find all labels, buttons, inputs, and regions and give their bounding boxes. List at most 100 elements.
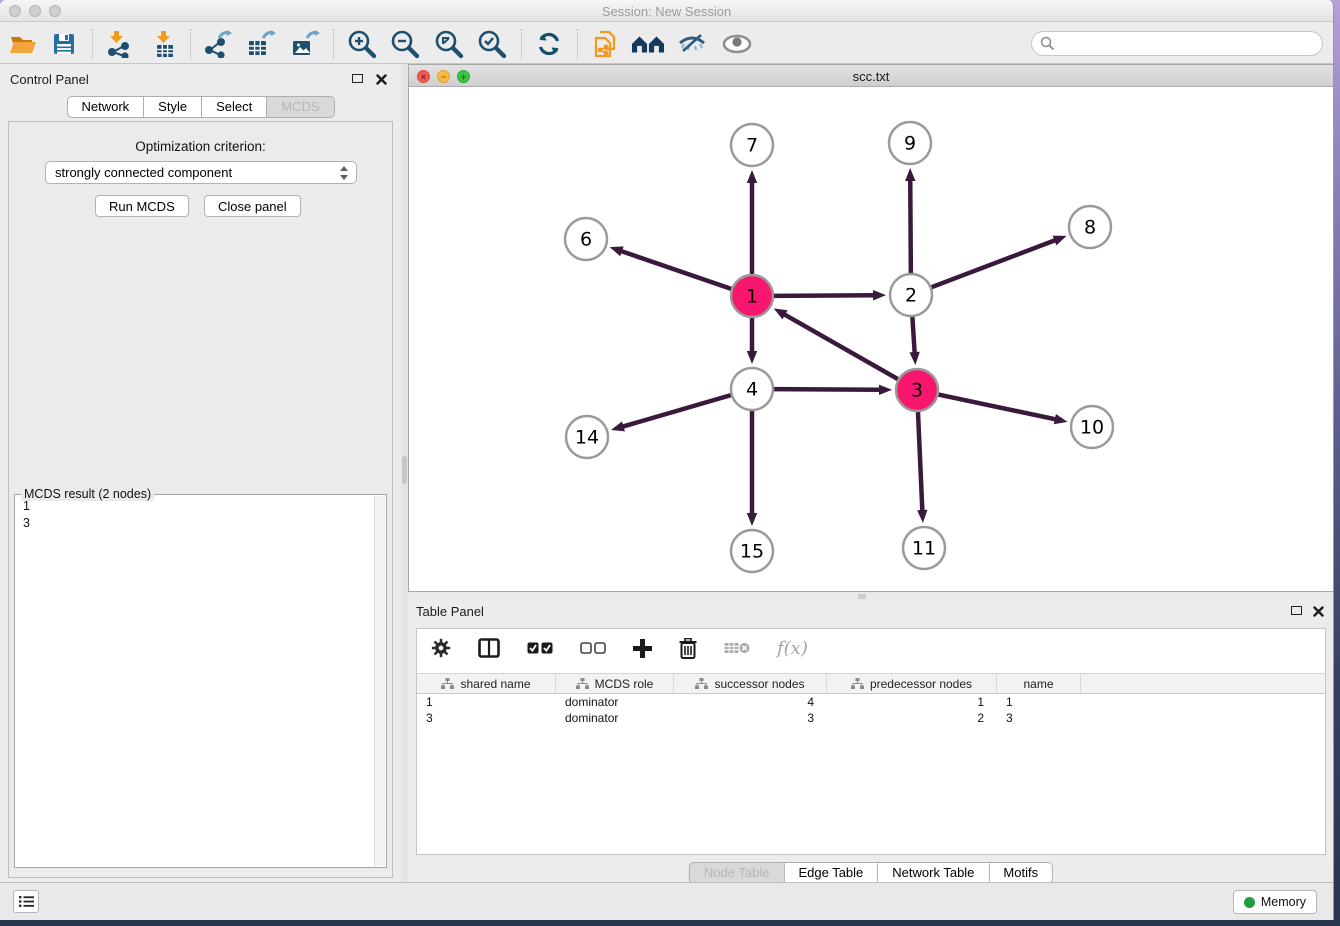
first-neighbors-button[interactable] xyxy=(631,28,665,60)
tab-network[interactable]: Network xyxy=(66,96,144,118)
criterion-dropdown[interactable]: strongly connected component xyxy=(45,161,357,184)
graph-node-label: 10 xyxy=(1080,417,1104,439)
attribute-tree-icon xyxy=(695,678,708,689)
tab-style[interactable]: Style xyxy=(144,96,202,118)
search-field[interactable] xyxy=(1031,31,1323,56)
graph-node-10[interactable]: 10 xyxy=(1071,406,1113,448)
export-table-button[interactable] xyxy=(244,28,278,60)
graph-edge-3-11[interactable] xyxy=(917,412,927,523)
table-cell-shared-name[interactable]: 3 xyxy=(417,710,556,726)
show-all-button[interactable] xyxy=(720,28,754,60)
graph-node-1[interactable]: 1 xyxy=(731,275,773,317)
graph-edge-4-14[interactable] xyxy=(611,395,731,431)
table-cell-shared-name[interactable]: 1 xyxy=(417,694,556,710)
graph-node-14[interactable]: 14 xyxy=(566,416,608,458)
select-all-columns-button[interactable] xyxy=(527,642,553,654)
table-cell-name[interactable]: 3 xyxy=(997,710,1081,726)
zoom-out-button[interactable] xyxy=(388,28,422,60)
delete-table-icon xyxy=(724,641,750,655)
splitter-thumb[interactable] xyxy=(858,594,866,599)
mcds-panel: Optimization criterion: strongly connect… xyxy=(8,121,393,878)
vertical-splitter[interactable] xyxy=(401,64,408,888)
float-table-panel-icon[interactable] xyxy=(1291,606,1302,615)
graph-edge-3-1[interactable] xyxy=(774,308,898,379)
table-row[interactable]: 3dominator323 xyxy=(417,710,1325,726)
zoom-selected-icon xyxy=(477,29,507,59)
close-panel-button[interactable]: Close panel xyxy=(204,195,301,217)
table-cell-name[interactable]: 1 xyxy=(997,694,1081,710)
table-cell-predecessor-nodes[interactable]: 2 xyxy=(827,710,997,726)
column-header-MCDS-role[interactable]: MCDS role xyxy=(556,674,674,693)
graph-edge-1-4[interactable] xyxy=(747,318,757,364)
unchecked-boxes-icon xyxy=(580,642,606,654)
graph-node-11[interactable]: 11 xyxy=(903,527,945,569)
mcds-result-text[interactable]: 13 xyxy=(17,498,373,865)
table-split-view-button[interactable] xyxy=(478,638,500,658)
graph-node-8[interactable]: 8 xyxy=(1069,206,1111,248)
column-header-predecessor-nodes[interactable]: predecessor nodes xyxy=(827,674,997,693)
table-cell-successor-nodes[interactable]: 4 xyxy=(674,694,827,710)
run-mcds-button[interactable]: Run MCDS xyxy=(95,195,189,217)
export-network-button[interactable] xyxy=(200,28,234,60)
float-panel-icon[interactable] xyxy=(352,74,363,83)
graph-node-15[interactable]: 15 xyxy=(731,530,773,572)
graph-edge-1-6[interactable] xyxy=(610,246,732,288)
close-table-panel-icon[interactable] xyxy=(1313,604,1324,622)
criterion-dropdown-value: strongly connected component xyxy=(46,165,339,180)
graph-edge-2-8[interactable] xyxy=(932,236,1067,288)
table-cell-MCDS-role[interactable]: dominator xyxy=(556,710,674,726)
task-history-button[interactable] xyxy=(13,890,39,913)
close-panel-icon[interactable] xyxy=(376,72,387,90)
tab-network-table[interactable]: Network Table xyxy=(878,862,989,884)
graph-edge-1-7[interactable] xyxy=(747,170,757,274)
split-view-icon xyxy=(478,638,500,658)
deselect-all-columns-button[interactable] xyxy=(580,642,606,654)
zoom-in-button[interactable] xyxy=(345,28,379,60)
delete-column-button[interactable] xyxy=(679,638,697,659)
network-graph-canvas[interactable]: 7 9 6 8 1 2 4 3 14 10 15 11 xyxy=(409,87,1333,591)
export-image-button[interactable] xyxy=(288,28,322,60)
graph-node-6[interactable]: 6 xyxy=(565,218,607,260)
tab-node-table[interactable]: Node Table xyxy=(689,862,785,884)
graph-edge-4-15[interactable] xyxy=(747,411,757,526)
table-cell-predecessor-nodes[interactable]: 1 xyxy=(827,694,997,710)
table-row[interactable]: 1dominator411 xyxy=(417,694,1325,710)
tab-select[interactable]: Select xyxy=(202,96,267,118)
import-network-button[interactable] xyxy=(101,28,135,60)
horizontal-splitter[interactable] xyxy=(408,592,1334,600)
column-header-name[interactable]: name xyxy=(997,674,1081,693)
column-header-shared-name[interactable]: shared name xyxy=(417,674,556,693)
memory-button[interactable]: Memory xyxy=(1233,890,1317,914)
tab-mcds[interactable]: MCDS xyxy=(267,96,334,118)
table-settings-button[interactable] xyxy=(431,638,451,658)
graph-edge-1-2[interactable] xyxy=(774,290,886,300)
hide-selected-button[interactable] xyxy=(675,28,709,60)
splitter-thumb[interactable] xyxy=(402,456,407,484)
zoom-selected-button[interactable] xyxy=(475,28,509,60)
column-header-successor-nodes[interactable]: successor nodes xyxy=(674,674,827,693)
tab-motifs[interactable]: Motifs xyxy=(989,862,1053,884)
save-session-button[interactable] xyxy=(47,28,81,60)
graph-node-2[interactable]: 2 xyxy=(890,274,932,316)
graph-node-3[interactable]: 3 xyxy=(896,369,938,411)
graph-edge-3-10[interactable] xyxy=(939,395,1068,425)
graph-edge-4-3[interactable] xyxy=(774,385,892,395)
search-input[interactable] xyxy=(1059,34,1314,54)
add-column-button[interactable] xyxy=(633,639,652,658)
graph-node-9[interactable]: 9 xyxy=(889,122,931,164)
clone-network-button[interactable] xyxy=(588,28,622,60)
graph-edge-2-9[interactable] xyxy=(905,168,915,273)
open-session-button[interactable] xyxy=(6,28,40,60)
graph-node-7[interactable]: 7 xyxy=(731,124,773,166)
attribute-tree-icon xyxy=(851,678,864,689)
mcds-result-scrollbar[interactable] xyxy=(374,496,385,866)
tab-edge-table[interactable]: Edge Table xyxy=(784,862,878,884)
table-cell-successor-nodes[interactable]: 3 xyxy=(674,710,827,726)
graph-node-4[interactable]: 4 xyxy=(731,368,773,410)
import-table-button[interactable] xyxy=(148,28,182,60)
refresh-view-button[interactable] xyxy=(532,28,566,60)
table-cell-MCDS-role[interactable]: dominator xyxy=(556,694,674,710)
close-x-icon xyxy=(376,74,387,85)
graph-edge-2-3[interactable] xyxy=(909,317,919,365)
zoom-fit-button[interactable] xyxy=(432,28,466,60)
